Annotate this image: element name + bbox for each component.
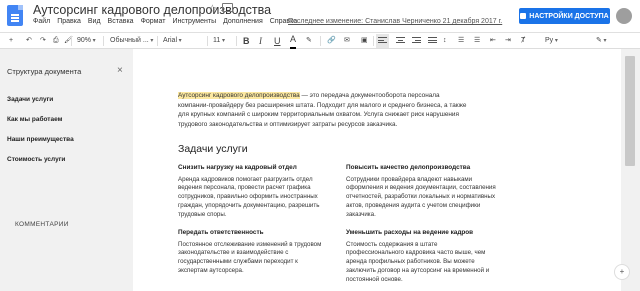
outline-item[interactable]: Задачи услуги <box>7 96 53 103</box>
numbered-list-icon[interactable]: ☰ <box>458 33 464 49</box>
task-title: Повысить качество делопроизводства <box>346 164 471 171</box>
language-select[interactable]: Ру <box>545 33 558 49</box>
scrollbar-thumb[interactable] <box>625 56 635 166</box>
image-icon[interactable]: ▣ <box>361 33 368 49</box>
italic-button[interactable]: I <box>259 33 262 49</box>
task-block[interactable]: Повысить качество делопроизводства Сотру… <box>346 164 496 219</box>
redo-icon[interactable]: ↷ <box>40 33 46 49</box>
align-left-icon[interactable] <box>376 34 389 48</box>
highlighted-text[interactable]: Аутсорсинг кадрового делопроизводства <box>178 92 300 99</box>
lock-icon <box>520 13 527 19</box>
zoom-select[interactable]: 90% <box>77 33 96 49</box>
section-heading[interactable]: Задачи услуги <box>178 143 248 155</box>
task-text: Аренда кадровиков помогает разгрузить от… <box>178 175 320 218</box>
folder-icon[interactable] <box>222 3 233 12</box>
document-page[interactable]: Аутсорсинг кадрового делопроизводства — … <box>133 49 621 291</box>
menu-addons[interactable]: Дополнения <box>223 18 263 30</box>
separator <box>320 36 321 46</box>
task-block[interactable]: Передать ответственность Постоянное отсл… <box>178 229 328 276</box>
outline-item[interactable]: Стоимость услуги <box>7 156 65 163</box>
intro-paragraph[interactable]: Аутсорсинг кадрового делопроизводства — … <box>178 91 468 129</box>
task-text: Постоянное отслеживание изменений в труд… <box>178 240 322 274</box>
document-title[interactable]: Аутсорсинг кадрового делопроизводства <box>33 3 271 17</box>
increase-indent-icon[interactable]: ⇥ <box>505 33 511 49</box>
menu-bar: Файл Правка Вид Вставка Формат Инструмен… <box>33 18 304 30</box>
text-color-button[interactable]: A <box>290 33 297 49</box>
toolbar: + ↶ ↷ ⎙ 🖌 90% Обычный ... Arial 11 B I U… <box>0 32 640 76</box>
separator <box>236 36 237 46</box>
separator <box>157 36 158 46</box>
explore-icon[interactable]: + <box>614 264 630 280</box>
share-button-label: НАСТРОЙКИ ДОСТУПА <box>529 12 609 20</box>
separator <box>71 36 72 46</box>
task-title: Передать ответственность <box>178 229 264 236</box>
task-text: Сотрудники провайдера владеют навыками о… <box>346 175 496 218</box>
task-title: Снизить нагрузку на кадровый отдел <box>178 164 297 171</box>
menu-file[interactable]: Файл <box>33 18 50 30</box>
menu-view[interactable]: Вид <box>88 18 101 30</box>
highlight-icon[interactable]: ✎ <box>306 33 312 49</box>
comments-link[interactable]: КОММЕНТАРИИ <box>15 221 69 228</box>
clear-formatting-icon[interactable]: Ⱦ <box>521 33 525 49</box>
outline-item[interactable]: Как мы работаем <box>7 116 62 123</box>
close-icon[interactable]: × <box>117 65 123 76</box>
style-select[interactable]: Обычный ... <box>110 33 153 49</box>
menu-format[interactable]: Формат <box>141 18 166 30</box>
menu-tools[interactable]: Инструменты <box>172 18 216 30</box>
avatar[interactable] <box>616 8 632 24</box>
separator <box>373 36 374 46</box>
menu-insert[interactable]: Вставка <box>108 18 134 30</box>
align-justify-icon[interactable] <box>428 37 437 45</box>
bulleted-list-icon[interactable]: ☰ <box>474 33 480 49</box>
share-button[interactable]: НАСТРОЙКИ ДОСТУПА <box>519 8 610 24</box>
task-block[interactable]: Уменьшить расходы на ведение кадров Стои… <box>346 229 496 284</box>
task-text: Стоимость содержания в штате профессиона… <box>346 240 490 283</box>
undo-icon[interactable]: ↶ <box>26 33 32 49</box>
add-icon[interactable]: + <box>9 33 13 49</box>
menu-edit[interactable]: Правка <box>57 18 81 30</box>
underline-button[interactable]: U <box>274 33 281 49</box>
task-title: Уменьшить расходы на ведение кадров <box>346 229 474 236</box>
comment-icon[interactable]: ✉ <box>344 33 350 49</box>
docs-logo-icon[interactable] <box>7 5 23 26</box>
line-spacing-icon[interactable]: ↕ <box>443 33 447 49</box>
font-select[interactable]: Arial <box>163 33 182 49</box>
bold-button[interactable]: B <box>243 33 250 49</box>
outline-title: Структура документа <box>7 67 82 76</box>
separator <box>103 36 104 46</box>
align-right-icon[interactable] <box>412 37 421 45</box>
align-center-icon[interactable] <box>396 37 405 45</box>
link-icon[interactable]: 🔗 <box>327 33 336 49</box>
separator <box>207 36 208 46</box>
editing-mode-icon[interactable]: ✎ <box>596 33 607 49</box>
top-bar: Аутсорсинг кадрового делопроизводства ☆ … <box>0 0 640 32</box>
outline-item[interactable]: Наши преимущества <box>7 136 74 143</box>
decrease-indent-icon[interactable]: ⇤ <box>490 33 496 49</box>
last-edit-link[interactable]: Последнее изменение: Станислав Черниченк… <box>288 18 502 25</box>
print-icon[interactable]: ⎙ <box>53 33 59 49</box>
document-outline: Структура документа × Задачи услуги Как … <box>0 49 133 291</box>
star-icon[interactable]: ☆ <box>207 2 218 16</box>
task-block[interactable]: Снизить нагрузку на кадровый отдел Аренд… <box>178 164 328 219</box>
font-size-select[interactable]: 11 <box>213 33 225 49</box>
